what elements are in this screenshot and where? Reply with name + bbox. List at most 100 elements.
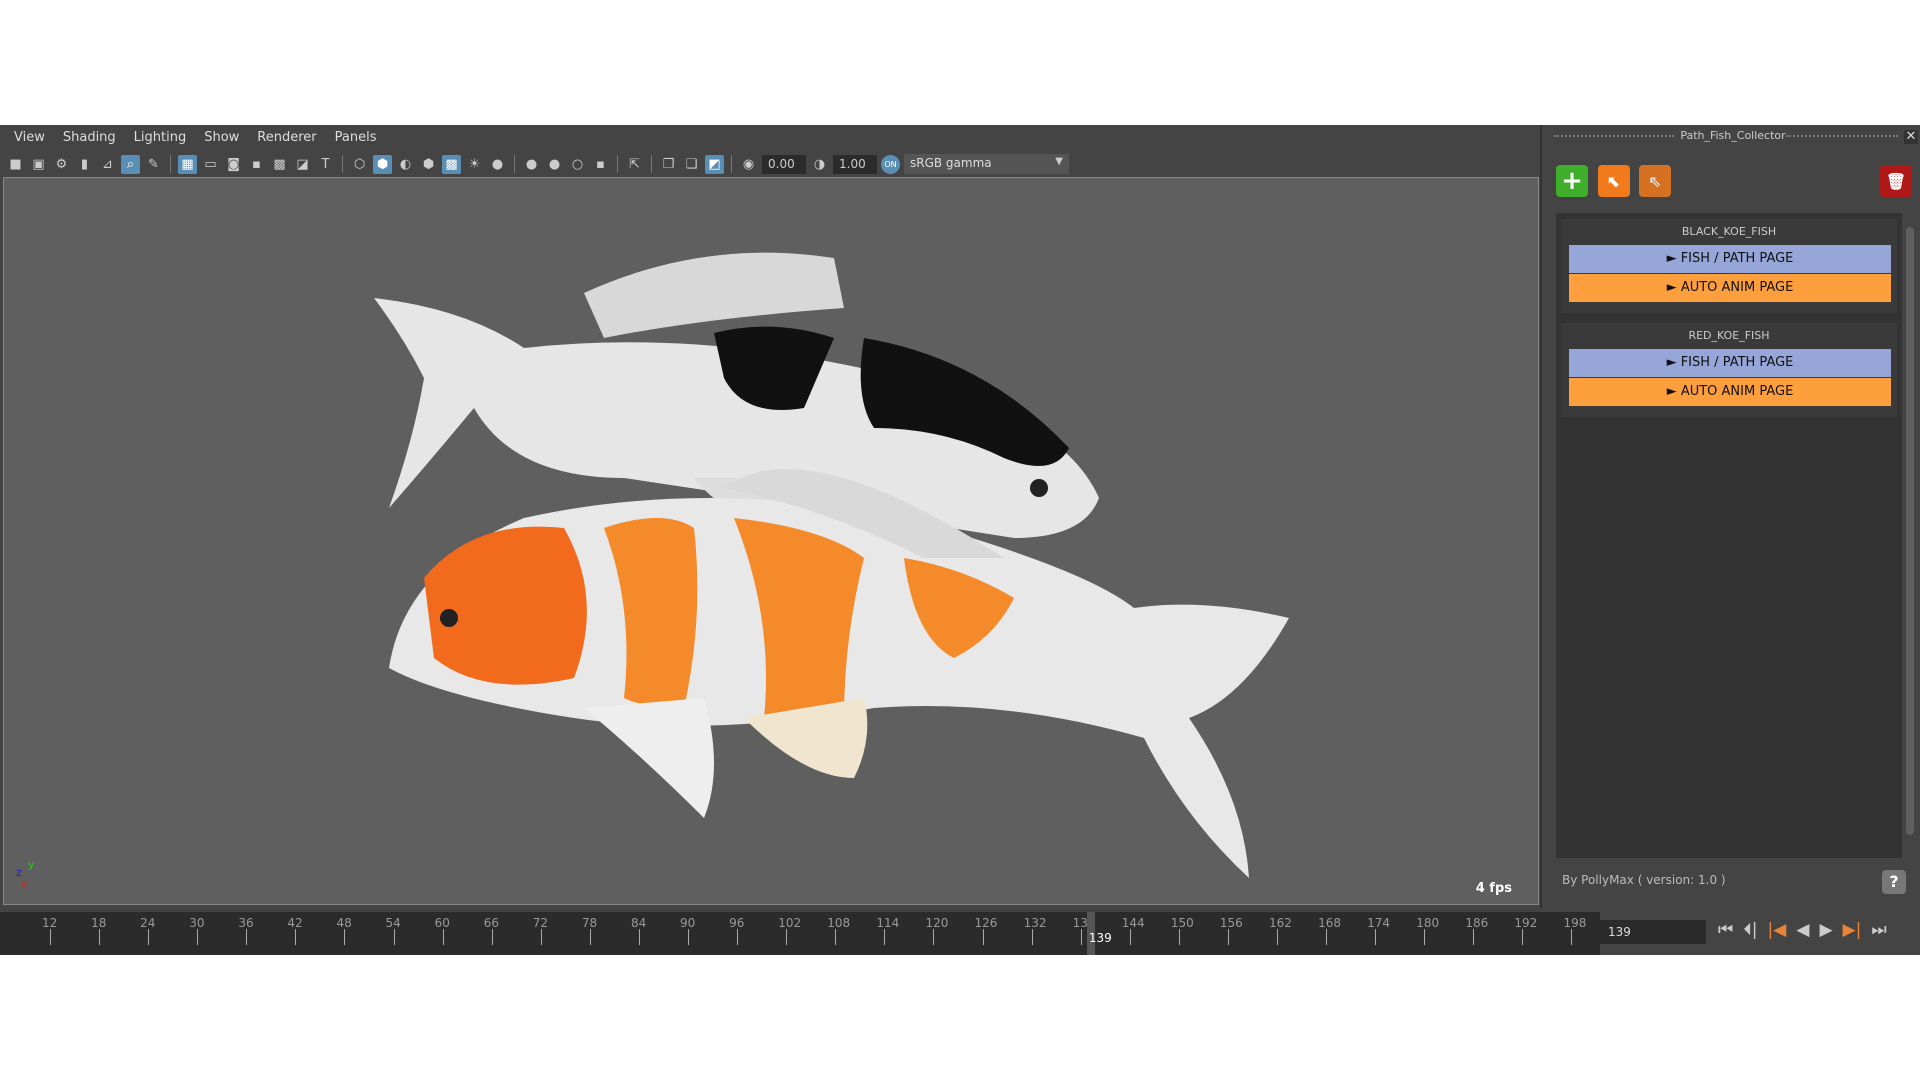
wireframe-icon[interactable]: ⬡ <box>350 155 369 174</box>
drag-handle[interactable] <box>1786 135 1898 139</box>
tick-mark <box>638 929 640 945</box>
xray-components-icon[interactable]: ◩ <box>705 154 724 174</box>
shadows-icon[interactable]: ● <box>488 155 507 174</box>
exposure-field[interactable]: 0.00 <box>762 154 806 174</box>
depth-of-field-icon[interactable]: ▪ <box>591 155 610 174</box>
lights-icon[interactable]: ☀ <box>465 155 484 174</box>
tick-label: 24 <box>140 916 156 930</box>
tick-label: 192 <box>1514 916 1538 930</box>
default-material-icon[interactable]: ◐ <box>396 155 415 174</box>
viewport-pane: View Shading Lighting Show Renderer Pane… <box>0 125 1542 908</box>
xray-icon[interactable]: ❐ <box>659 155 678 174</box>
shaded-wireframe-icon[interactable]: ⬢ <box>419 155 438 174</box>
tick-label: 90 <box>680 916 696 930</box>
grease-pencil-icon[interactable]: ✎ <box>144 155 163 174</box>
scrollbar-thumb[interactable] <box>1906 227 1914 835</box>
tick-label: 198 <box>1563 916 1587 930</box>
help-button[interactable]: ? <box>1882 870 1906 894</box>
time-slider[interactable]: 12 18 24 30 36 42 48 54 60 66 72 78 84 90 96 102 108 114 1… <box>0 912 1600 955</box>
tick-mark <box>1326 929 1328 945</box>
fish-path-page-button[interactable]: ► FISH / PATH PAGE <box>1569 245 1891 273</box>
color-management-toggle-icon[interactable]: ON <box>881 154 900 174</box>
motion-blur-icon[interactable]: ● <box>545 155 564 174</box>
menu-show[interactable]: Show <box>196 130 249 150</box>
close-icon[interactable]: ✕ <box>1904 130 1918 144</box>
tick-mark <box>99 929 101 945</box>
select-button[interactable]: ⬉ <box>1598 165 1630 197</box>
lock-camera-icon[interactable]: ▣ <box>29 155 48 174</box>
image-plane-icon[interactable]: ⊿ <box>98 155 117 174</box>
current-frame-field[interactable]: 139 <box>1600 920 1706 944</box>
auto-anim-page-button[interactable]: ► AUTO ANIM PAGE <box>1569 274 1891 302</box>
select-path-button[interactable]: ⇖ <box>1639 165 1671 197</box>
divider <box>514 155 515 173</box>
plus-icon: + <box>1561 166 1583 196</box>
axis-x-label: x <box>21 878 28 891</box>
step-forward-key-icon[interactable]: ▶| <box>1843 920 1862 940</box>
2d-pan-zoom-icon[interactable]: ⌕ <box>121 154 140 174</box>
tick-label: 156 <box>1219 916 1243 930</box>
menu-view[interactable]: View <box>6 130 55 150</box>
tick-mark <box>1031 929 1033 945</box>
fps-counter: 4 fps <box>1475 881 1512 896</box>
step-back-frame-icon[interactable]: ⏴| <box>1743 920 1757 940</box>
koi-fish-render <box>374 252 1289 878</box>
fish-path-page-button[interactable]: ► FISH / PATH PAGE <box>1569 349 1891 377</box>
tick-label: 78 <box>581 916 598 930</box>
play-forwards-icon[interactable]: ▶ <box>1819 920 1832 940</box>
group-title: RED_KOE_FISH <box>1688 329 1770 342</box>
textured-icon[interactable]: ▩ <box>442 154 461 174</box>
menu-lighting[interactable]: Lighting <box>126 130 197 150</box>
anti-aliasing-icon[interactable]: ○ <box>568 155 587 174</box>
tick-label: 186 <box>1465 916 1489 930</box>
exposure-icon[interactable]: ◉ <box>739 155 758 174</box>
film-gate-icon[interactable]: ▭ <box>201 155 220 174</box>
go-to-end-icon[interactable]: ⏭ <box>1871 920 1886 940</box>
xray-joints-icon[interactable]: ❏ <box>682 155 701 174</box>
screen-space-ao-icon[interactable]: ● <box>522 155 541 174</box>
play-backwards-icon[interactable]: ◀ <box>1796 920 1809 940</box>
tick-label: 162 <box>1269 916 1292 930</box>
divider <box>617 155 618 173</box>
tick-label: 144 <box>1121 916 1145 930</box>
field-chart-icon[interactable]: ▩ <box>270 155 289 174</box>
safe-title-icon[interactable]: T <box>316 155 335 174</box>
list-scrollbar[interactable] <box>1904 213 1916 858</box>
tick-label: 168 <box>1318 916 1341 930</box>
add-fish-button[interactable]: + <box>1556 165 1588 197</box>
menu-panels[interactable]: Panels <box>327 130 387 150</box>
bookmark-icon[interactable]: ▮ <box>75 155 94 174</box>
tick-mark <box>1571 929 1573 945</box>
menu-shading[interactable]: Shading <box>55 130 126 150</box>
camera-icon[interactable]: ■ <box>6 155 25 174</box>
credit-text: By PollyMax ( version: 1.0 ) <box>1562 873 1726 887</box>
gamma-field[interactable]: 1.00 <box>833 154 877 174</box>
current-time-indicator[interactable]: 139 <box>1086 912 1112 955</box>
tick-mark <box>344 929 346 945</box>
tick-label: 66 <box>483 916 499 930</box>
tick-mark <box>1129 929 1131 945</box>
gamma-icon[interactable]: ◑ <box>810 155 829 174</box>
tick-mark <box>589 929 591 945</box>
tick-mark <box>491 929 493 945</box>
tick-label: 126 <box>974 916 998 930</box>
tick-label: 54 <box>385 916 401 930</box>
isolate-select-icon[interactable]: ⇱ <box>625 155 644 174</box>
tick-label: 132 <box>1023 916 1047 930</box>
go-to-start-icon[interactable]: ⏮ <box>1718 920 1733 940</box>
camera-attributes-icon[interactable]: ⚙ <box>52 155 71 174</box>
delete-button[interactable]: 🗑 <box>1880 165 1912 197</box>
tick-mark <box>933 929 935 945</box>
auto-anim-page-button[interactable]: ► AUTO ANIM PAGE <box>1569 378 1891 406</box>
axis-gizmo: y z x <box>14 858 44 894</box>
gate-mask-icon[interactable]: ▪ <box>247 155 266 174</box>
view-transform-dropdown[interactable]: sRGB gamma ▼ <box>904 154 1069 174</box>
menu-renderer[interactable]: Renderer <box>249 130 326 150</box>
grid-icon[interactable]: ▦ <box>178 154 197 174</box>
step-back-key-icon[interactable]: |◀ <box>1768 920 1787 940</box>
safe-action-icon[interactable]: ◪ <box>293 155 312 174</box>
3d-viewport[interactable]: y z x 4 fps <box>3 177 1539 905</box>
smooth-shade-icon[interactable]: ⬢ <box>373 154 392 174</box>
viewport-menubar: View Shading Lighting Show Renderer Pane… <box>6 130 386 150</box>
resolution-gate-icon[interactable]: ◙ <box>224 155 243 174</box>
